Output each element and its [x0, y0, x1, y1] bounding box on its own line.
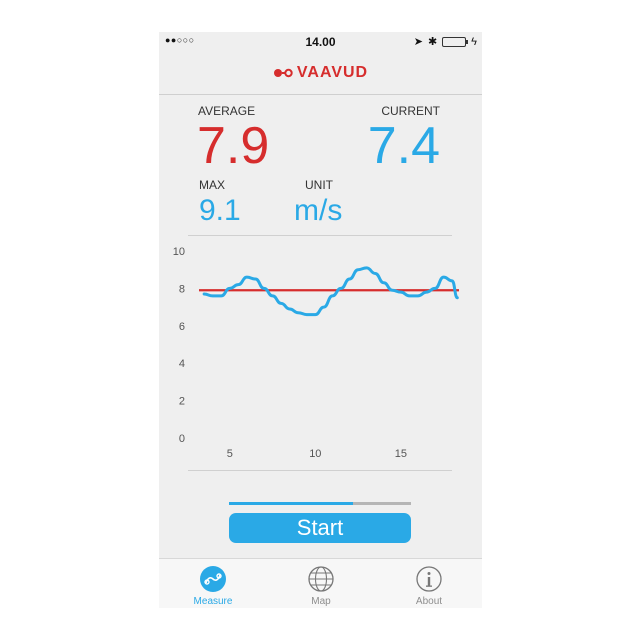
x-tick-label: 5	[227, 448, 233, 460]
y-tick-label: 10	[173, 246, 185, 258]
y-tick-label: 8	[179, 283, 185, 295]
y-tick-label: 2	[179, 396, 185, 408]
x-tick-label: 10	[309, 448, 321, 460]
info-icon	[416, 566, 442, 592]
divider	[188, 470, 452, 471]
measurement-progress-bar	[229, 502, 411, 505]
y-tick-label: 0	[179, 433, 185, 445]
tab-label: Measure	[193, 596, 233, 607]
tab-measure[interactable]: Measure	[159, 559, 267, 608]
measurement-progress-fill	[229, 502, 353, 505]
tab-label: Map	[311, 596, 331, 607]
anemometer-icon	[200, 566, 226, 592]
tab-map[interactable]: Map	[267, 559, 375, 608]
tab-label: About	[415, 596, 443, 607]
globe-icon	[308, 566, 334, 592]
app-screen: ●●○○○ 14.00 ➤ ✱ ϟ VAAVUD AVERAGE 7.9 CUR…	[159, 32, 482, 608]
tab-bar: Measure Map About	[159, 558, 482, 608]
tab-about[interactable]: About	[375, 559, 482, 608]
x-tick-label: 15	[395, 448, 407, 460]
y-tick-label: 6	[179, 321, 185, 333]
y-tick-label: 4	[179, 358, 185, 370]
wind-speed-chart: 0 2 4 6 8 10 5 10 15	[173, 246, 459, 460]
start-button[interactable]: Start	[229, 513, 411, 543]
